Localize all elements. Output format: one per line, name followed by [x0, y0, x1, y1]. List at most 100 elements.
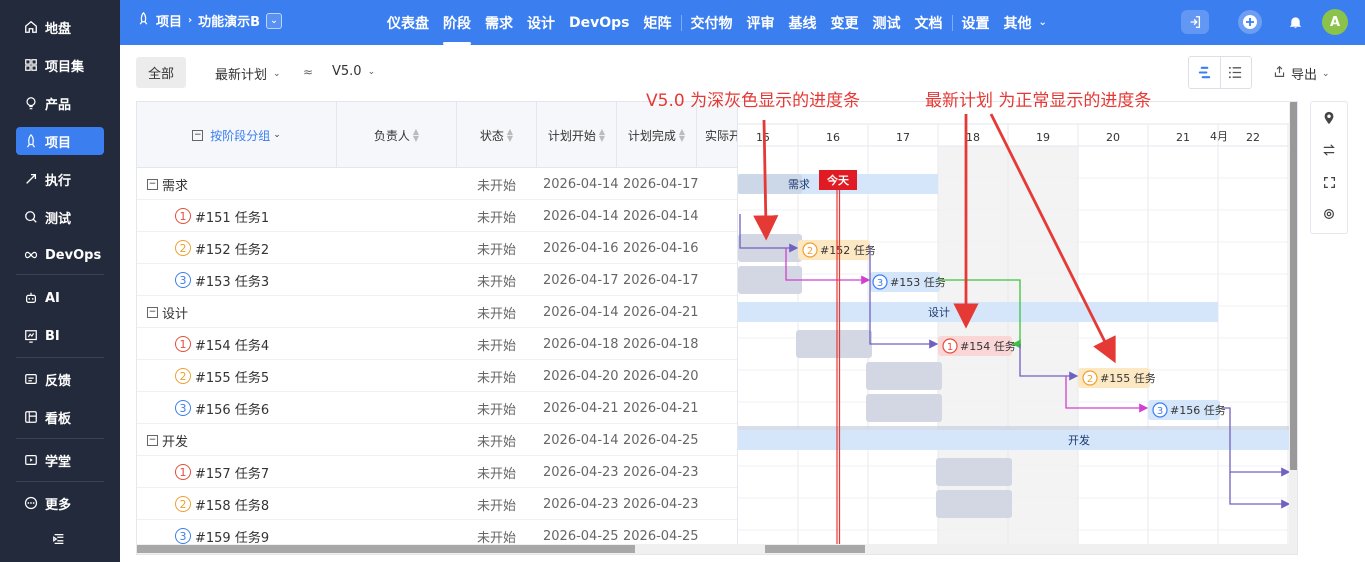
plan-select[interactable]: 最新计划 ⌄: [215, 64, 281, 83]
bell-icon[interactable]: [1283, 10, 1307, 34]
sidebar-item-devops[interactable]: DevOps: [16, 241, 104, 269]
sidebar-item-bi[interactable]: BI: [16, 322, 104, 350]
export-button[interactable]: 导出 ⌄: [1273, 64, 1330, 83]
nav-item[interactable]: 测试: [866, 13, 908, 33]
table-row[interactable]: 2 #158 任务8 未开始 2026-04-23 2026-04-23: [137, 488, 737, 520]
table-row[interactable]: 2 #152 任务2 未开始 2026-04-16 2026-04-16: [137, 232, 737, 264]
fullscreen-icon[interactable]: [1311, 166, 1347, 198]
nav-item[interactable]: 仪表盘: [380, 13, 436, 33]
group-row[interactable]: − 需求 未开始 2026-04-14 2026-04-17: [137, 168, 737, 200]
collapse-icon[interactable]: −: [147, 178, 158, 190]
column-header-group[interactable]: − 按阶段分组 ⌄: [137, 102, 337, 168]
row-name-cell[interactable]: 2 #152 任务2: [175, 232, 269, 264]
sidebar-item-kanban[interactable]: 看板: [16, 403, 104, 431]
nav-item[interactable]: 阶段: [436, 13, 478, 45]
tab-all[interactable]: 全部: [136, 57, 186, 88]
task-name[interactable]: #156 任务6: [195, 399, 269, 418]
nav-item[interactable]: 变更: [824, 13, 866, 33]
nav-item[interactable]: 矩阵: [637, 13, 679, 33]
table-row[interactable]: 3 #153 任务3 未开始 2026-04-17 2026-04-17: [137, 264, 737, 296]
locate-icon[interactable]: [1311, 102, 1347, 134]
sidebar-item-project[interactable]: 项目: [16, 127, 104, 155]
row-name-cell[interactable]: 3 #153 任务3: [175, 264, 269, 296]
task-name[interactable]: #157 任务7: [195, 463, 269, 482]
group-row[interactable]: − 开发 未开始 2026-04-14 2026-04-25: [137, 424, 737, 456]
list-view-icon[interactable]: [1221, 57, 1252, 88]
bar-group-design[interactable]: [738, 302, 1218, 322]
version-select[interactable]: V5.0 ⌄: [332, 64, 375, 79]
row-name-cell[interactable]: 1 #154 任务4: [175, 328, 269, 360]
collapse-icon[interactable]: −: [192, 129, 204, 141]
task-name[interactable]: #152 任务2: [195, 239, 269, 258]
row-name-cell[interactable]: 1 #157 任务7: [175, 456, 269, 488]
row-name-cell[interactable]: 3 #156 任务6: [175, 392, 269, 424]
collapse-icon[interactable]: −: [147, 434, 158, 446]
table-row[interactable]: 1 #151 任务1 未开始 2026-04-14 2026-04-14: [137, 200, 737, 232]
swap-icon[interactable]: [1311, 134, 1347, 166]
row-name-cell[interactable]: − 开发: [147, 424, 188, 456]
sidebar-item-test[interactable]: 测试: [16, 203, 104, 231]
task-name[interactable]: #159 任务9: [195, 527, 269, 546]
add-icon[interactable]: [1238, 10, 1262, 34]
task-name[interactable]: #158 任务8: [195, 495, 269, 514]
scrollbar-thumb[interactable]: [1290, 102, 1297, 470]
nav-item[interactable]: 需求: [478, 13, 520, 33]
sort-icon[interactable]: ▲ ▼: [679, 128, 685, 143]
column-header-plan-start[interactable]: 计划开始 ▲ ▼: [537, 102, 617, 168]
group-name[interactable]: 开发: [162, 431, 188, 450]
task-name[interactable]: #151 任务1: [195, 207, 269, 226]
exit-icon[interactable]: [1181, 10, 1209, 34]
row-name-cell[interactable]: − 设计: [147, 296, 188, 328]
table-row[interactable]: 2 #155 任务5 未开始 2026-04-20 2026-04-20: [137, 360, 737, 392]
row-name-cell[interactable]: 2 #155 任务5: [175, 360, 269, 392]
chevron-down-icon[interactable]: ⌄: [266, 12, 283, 29]
table-row[interactable]: 1 #154 任务4 未开始 2026-04-18 2026-04-18: [137, 328, 737, 360]
scrollbar-thumb[interactable]: [137, 545, 635, 553]
nav-item[interactable]: 其他: [997, 13, 1039, 33]
collapse-icon[interactable]: −: [147, 306, 158, 318]
sort-icon[interactable]: ▲ ▼: [599, 128, 605, 143]
sidebar-item-program[interactable]: 项目集: [16, 51, 104, 79]
column-header-owner[interactable]: 负责人 ▲ ▼: [337, 102, 457, 168]
sidebar-item-feedback[interactable]: 反馈: [16, 365, 104, 393]
breadcrumb-project[interactable]: 项目: [156, 11, 182, 30]
sort-icon[interactable]: ▲ ▼: [507, 128, 513, 143]
sidebar-collapse-icon[interactable]: [50, 530, 68, 548]
nav-item[interactable]: 交付物: [684, 13, 740, 33]
sidebar-item-school[interactable]: 学堂: [16, 446, 104, 474]
gantt-horizontal-scrollbar[interactable]: [737, 544, 1289, 554]
group-name[interactable]: 需求: [162, 175, 188, 194]
nav-item[interactable]: 设计: [520, 13, 562, 33]
nav-item[interactable]: 评审: [740, 13, 782, 33]
scrollbar-thumb[interactable]: [765, 545, 865, 553]
row-name-cell[interactable]: 1 #151 任务1: [175, 200, 269, 232]
sidebar-item-ai[interactable]: AI: [16, 284, 104, 312]
vertical-scrollbar[interactable]: [1289, 102, 1297, 554]
user-avatar[interactable]: A: [1322, 9, 1348, 35]
table-row[interactable]: 1 #157 任务7 未开始 2026-04-23 2026-04-23: [137, 456, 737, 488]
gear-icon[interactable]: [1311, 198, 1347, 230]
row-name-cell[interactable]: − 需求: [147, 168, 188, 200]
sidebar-item-product[interactable]: 产品: [16, 89, 104, 117]
sort-icon[interactable]: ▲ ▼: [413, 128, 419, 143]
nav-item[interactable]: 基线: [782, 13, 824, 33]
group-name[interactable]: 设计: [162, 303, 188, 322]
bar-group-dev[interactable]: [738, 430, 1290, 450]
nav-item[interactable]: DevOps: [562, 15, 637, 31]
sidebar-item-dashboard[interactable]: 地盘: [16, 13, 104, 41]
group-row[interactable]: − 设计 未开始 2026-04-14 2026-04-21: [137, 296, 737, 328]
gantt-view-icon[interactable]: [1189, 57, 1221, 88]
column-header-plan-end[interactable]: 计划完成 ▲ ▼: [617, 102, 697, 168]
nav-item[interactable]: 文档: [908, 13, 950, 33]
table-row[interactable]: 3 #156 任务6 未开始 2026-04-21 2026-04-21: [137, 392, 737, 424]
row-name-cell[interactable]: 2 #158 任务8: [175, 488, 269, 520]
breadcrumb-current[interactable]: 功能演示B: [198, 11, 260, 30]
task-name[interactable]: #155 任务5: [195, 367, 269, 386]
sidebar-item-execution[interactable]: 执行: [16, 165, 104, 193]
sidebar-item-more[interactable]: 更多: [16, 489, 104, 517]
task-name[interactable]: #153 任务3: [195, 271, 269, 290]
task-name[interactable]: #154 任务4: [195, 335, 269, 354]
table-horizontal-scrollbar[interactable]: [137, 544, 737, 554]
column-header-actual[interactable]: 实际开: [697, 102, 737, 168]
nav-item[interactable]: 设置: [955, 13, 997, 33]
